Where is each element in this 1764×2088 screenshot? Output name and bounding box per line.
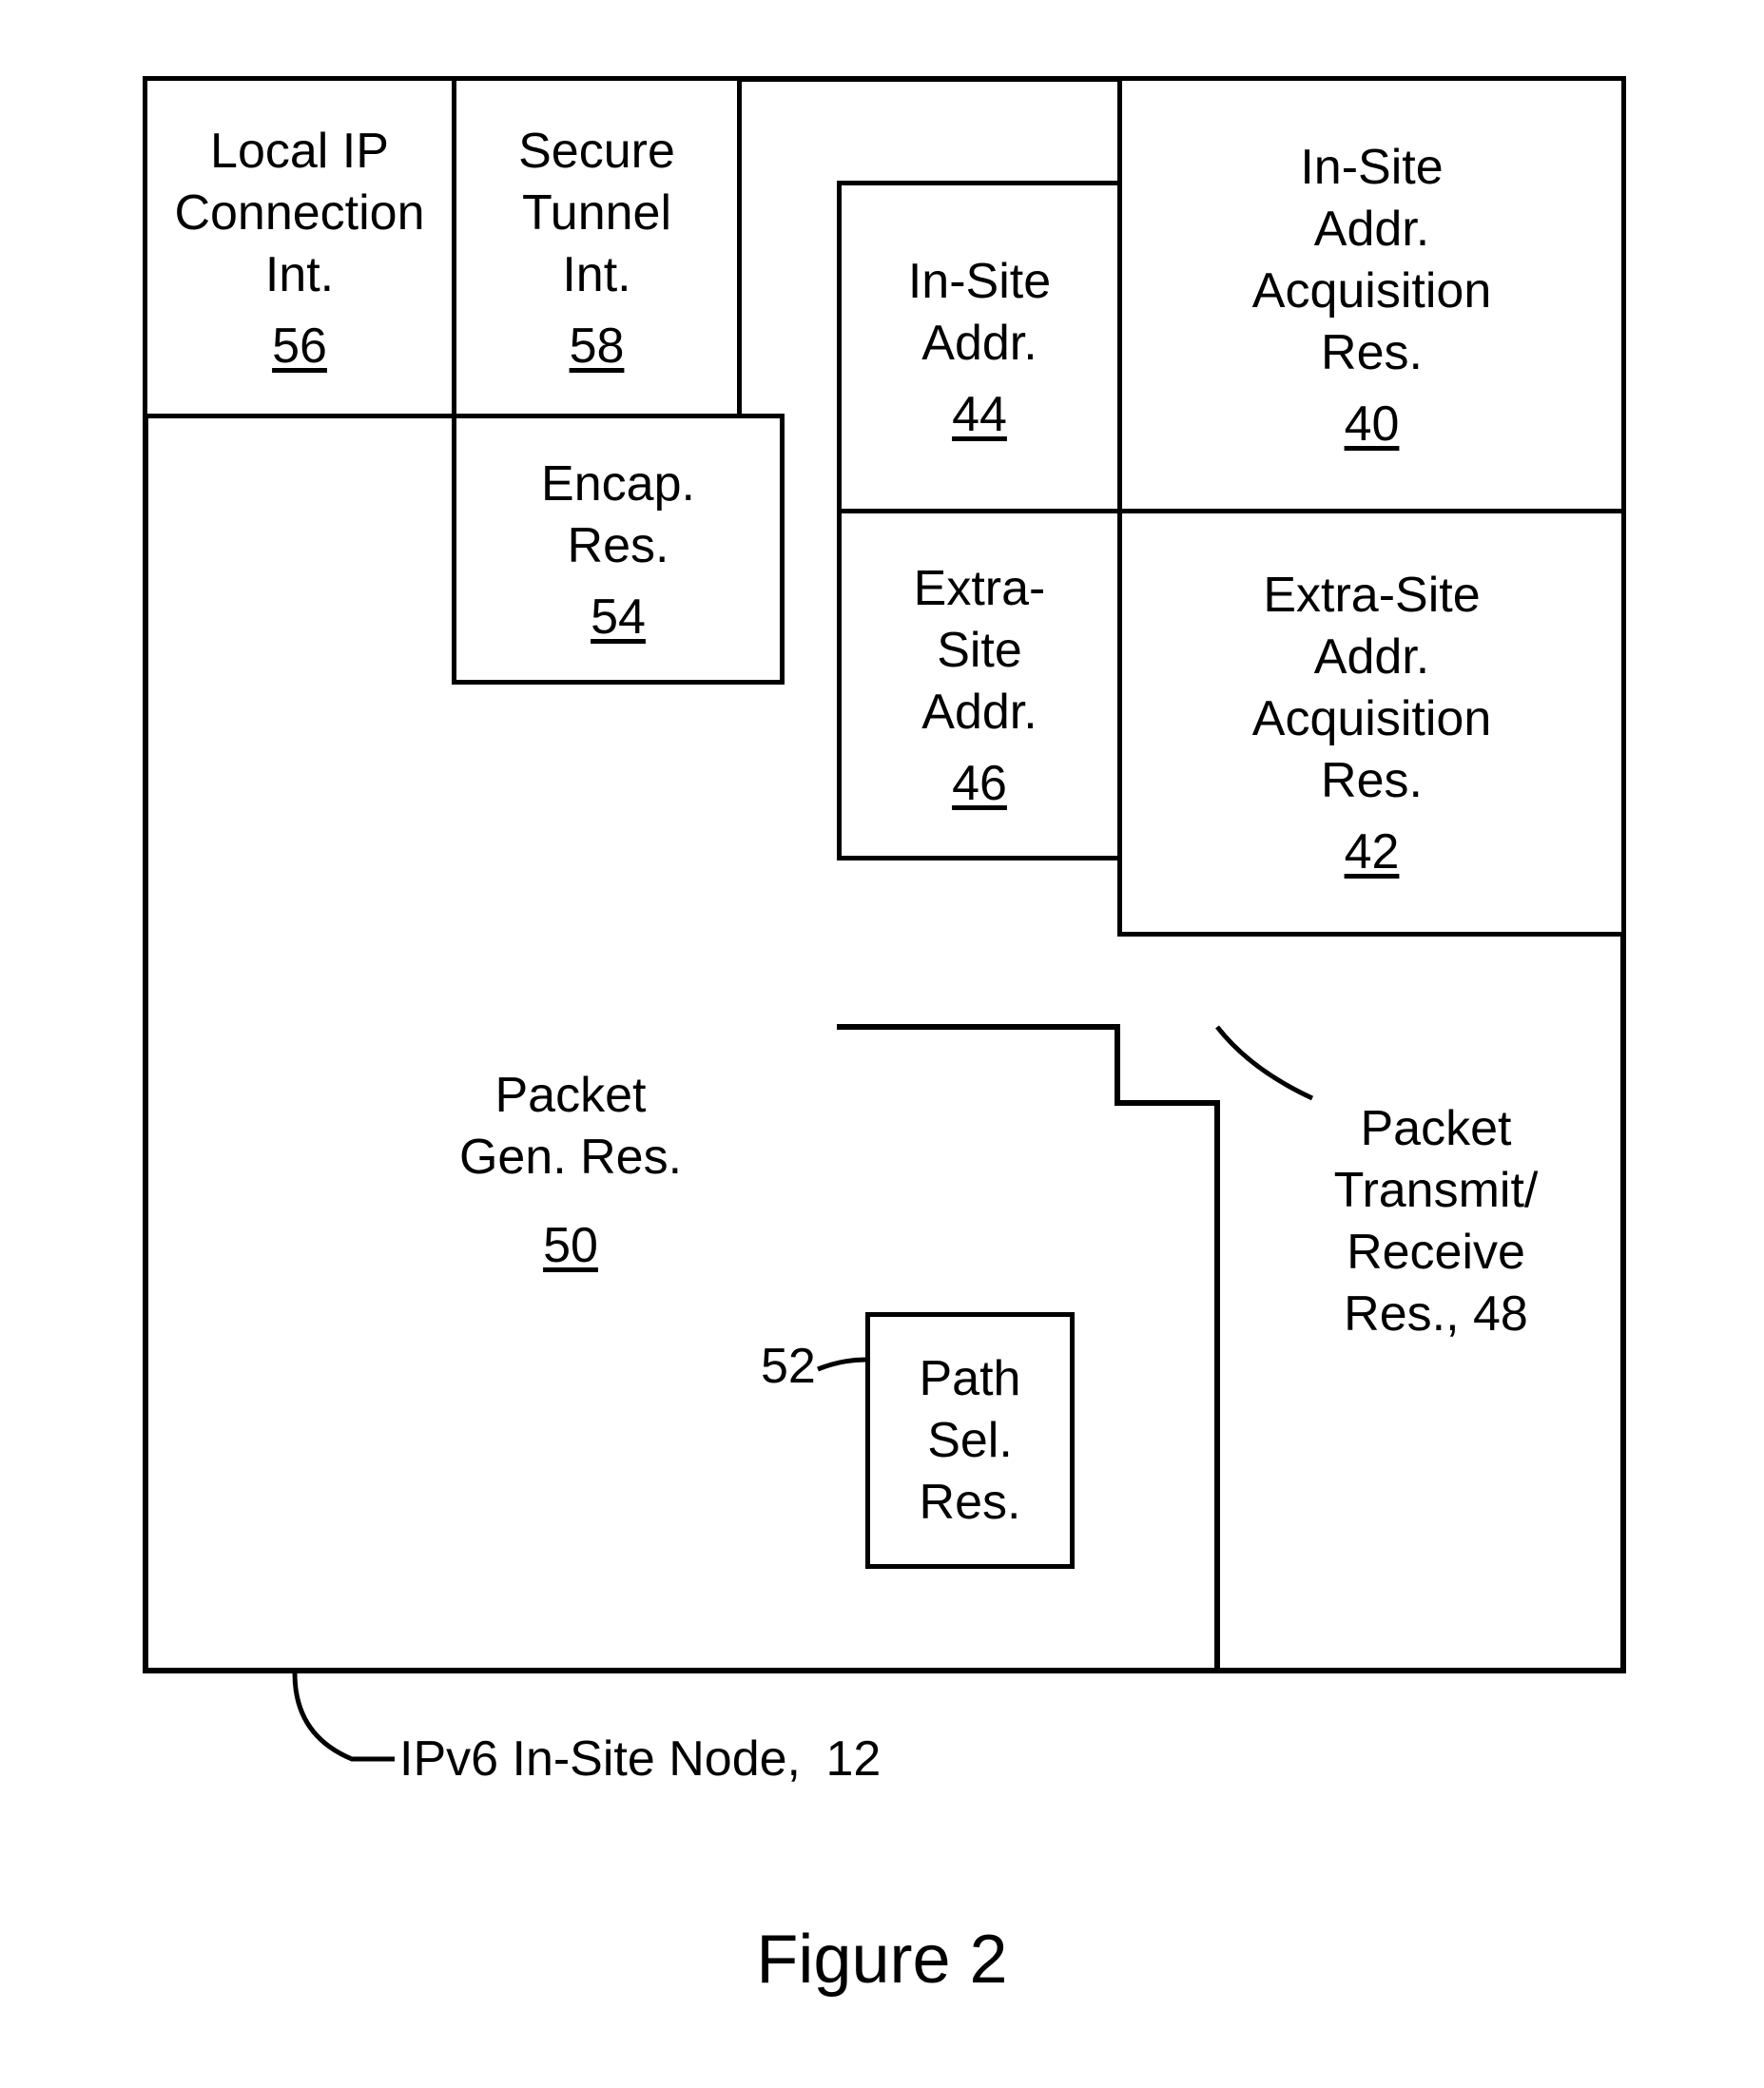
extra-site-addr-ref: 46 [952, 755, 1007, 812]
pkt-gen-l2: Gen. Res. [333, 1127, 808, 1189]
box-in-site-addr: In-Site Addr. 44 [837, 181, 1122, 513]
secure-tun-l3: Int. [562, 244, 630, 306]
path-sel-ref-text: 52 [761, 1339, 816, 1394]
extra-site-addr-l1: Extra- [914, 558, 1046, 620]
path-sel-l3: Res. [920, 1472, 1021, 1534]
figure-caption: Figure 2 [0, 1921, 1764, 1999]
extra-site-acq-ref: 42 [1345, 823, 1400, 880]
pkt-trx-l1: Packet [1265, 1098, 1607, 1160]
extra-site-acq-l3: Acquisition [1252, 688, 1491, 750]
in-site-addr-l2: Addr. [921, 313, 1037, 375]
outer-caption: IPv6 In-Site Node, 12 [399, 1729, 881, 1790]
box-encap-res: Encap. Res. 54 [452, 414, 785, 685]
secure-tun-l2: Tunnel [522, 183, 671, 244]
encap-l2: Res. [568, 515, 669, 577]
secure-tun-l1: Secure [518, 121, 675, 183]
box-packet-trx-res: Packet Transmit/ Receive Res., 48 [1265, 1098, 1607, 1450]
extra-site-acq-l2: Addr. [1314, 627, 1429, 688]
box-in-site-acq-res: In-Site Addr. Acquisition Res. 40 [1117, 76, 1626, 513]
in-site-acq-l3: Acquisition [1252, 261, 1491, 322]
path-sel-ref-external: 52 [761, 1336, 816, 1398]
box-extra-site-addr: Extra- Site Addr. 46 [837, 509, 1122, 860]
box-extra-site-acq-res: Extra-Site Addr. Acquisition Res. 42 [1117, 509, 1626, 937]
secure-tun-ref: 58 [570, 318, 625, 375]
encap-l1: Encap. [541, 454, 695, 515]
pkt-trx-l4: Res., 48 [1265, 1284, 1607, 1345]
local-ip-l2: Connection [174, 183, 424, 244]
box-local-ip-int: Local IP Connection Int. 56 [143, 76, 456, 418]
local-ip-ref: 56 [272, 318, 327, 375]
in-site-addr-ref: 44 [952, 386, 1007, 443]
in-site-acq-l1: In-Site [1300, 137, 1443, 199]
box-packet-gen-res: Packet Gen. Res. 50 [333, 1065, 808, 1312]
encap-ref: 54 [591, 589, 646, 646]
pkt-gen-l1: Packet [333, 1065, 808, 1127]
extra-site-addr-l3: Addr. [921, 682, 1037, 744]
pkt-trx-l3: Receive [1265, 1222, 1607, 1284]
in-site-acq-ref: 40 [1345, 396, 1400, 453]
figure-caption-text: Figure 2 [756, 1922, 1007, 1998]
path-sel-l1: Path [920, 1348, 1021, 1410]
in-site-acq-l4: Res. [1321, 322, 1423, 384]
in-site-addr-l1: In-Site [908, 251, 1051, 313]
diagram-canvas: Local IP Connection Int. 56 Secure Tunne… [0, 0, 1764, 2088]
box-secure-tunnel-int: Secure Tunnel Int. 58 [452, 76, 742, 418]
extra-site-addr-l2: Site [937, 620, 1022, 682]
local-ip-l3: Int. [265, 244, 334, 306]
pkt-trx-l2: Transmit/ [1265, 1160, 1607, 1222]
extra-site-acq-l4: Res. [1321, 750, 1423, 812]
pkt-gen-ref: 50 [333, 1217, 808, 1274]
extra-site-acq-l1: Extra-Site [1263, 565, 1480, 627]
outer-caption-ref: 12 [825, 1731, 881, 1787]
outer-caption-label: IPv6 In-Site Node, [399, 1731, 801, 1787]
path-sel-l2: Sel. [927, 1410, 1013, 1472]
box-path-sel-res: Path Sel. Res. [865, 1312, 1075, 1569]
in-site-acq-l2: Addr. [1314, 199, 1429, 261]
local-ip-l1: Local IP [210, 121, 389, 183]
